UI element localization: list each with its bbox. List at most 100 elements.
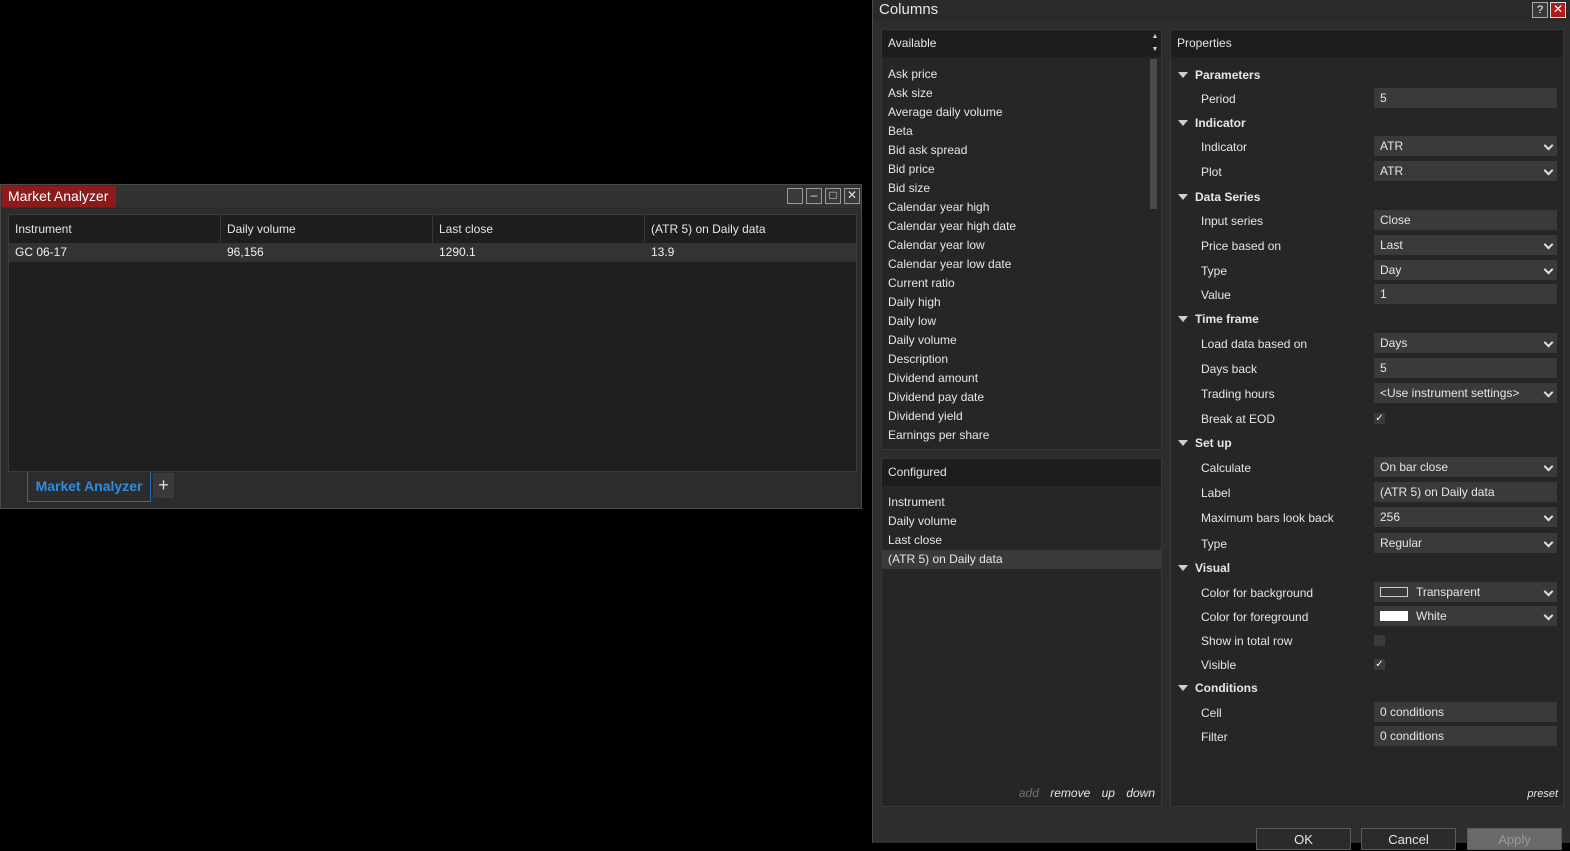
- up-link[interactable]: up: [1102, 786, 1115, 800]
- days-back-input[interactable]: 5: [1374, 358, 1557, 378]
- input-series-field[interactable]: Close: [1374, 210, 1557, 230]
- period-label: Period: [1201, 92, 1236, 106]
- configured-actions: add remove up down: [1011, 786, 1155, 800]
- list-item[interactable]: Beta: [882, 122, 1146, 141]
- ok-button[interactable]: OK: [1256, 828, 1351, 850]
- max-bars-select[interactable]: 256: [1374, 507, 1557, 527]
- list-item[interactable]: Bid price: [882, 160, 1146, 179]
- row-color-foreground: Color for foreground White: [1171, 606, 1563, 628]
- trading-hours-select[interactable]: <Use instrument settings>: [1374, 383, 1557, 403]
- label-input[interactable]: (ATR 5) on Daily data: [1374, 482, 1557, 502]
- collapse-arrow-icon: [1178, 194, 1188, 200]
- load-data-select[interactable]: Days: [1374, 333, 1557, 353]
- break-eod-checkbox[interactable]: ✓: [1374, 413, 1385, 424]
- cell-conditions-field[interactable]: 0 conditions: [1374, 702, 1557, 722]
- list-item[interactable]: Earnings per share: [882, 426, 1146, 445]
- maximize-icon[interactable]: □: [825, 188, 841, 204]
- visible-checkbox[interactable]: ✓: [1374, 659, 1385, 670]
- list-item[interactable]: Current ratio: [882, 274, 1146, 293]
- indicator-select[interactable]: ATR: [1374, 136, 1557, 156]
- list-item[interactable]: Dividend yield: [882, 407, 1146, 426]
- column-header-last-close[interactable]: Last close: [433, 215, 645, 243]
- collapse-arrow-icon: [1178, 72, 1188, 78]
- list-item[interactable]: Daily low: [882, 312, 1146, 331]
- table-row[interactable]: GC 06-17 96,156 1290.1 13.9: [9, 243, 856, 262]
- section-visual[interactable]: Visual: [1171, 558, 1563, 578]
- section-time-frame[interactable]: Time frame: [1171, 309, 1563, 329]
- list-item[interactable]: Daily volume: [882, 512, 1161, 531]
- list-item[interactable]: Average daily volume: [882, 103, 1146, 122]
- indicator-label: Indicator: [1201, 140, 1248, 154]
- columns-dialog: Columns ? ✕ Available ▲ ▼ Ask price Ask …: [872, 0, 1570, 850]
- list-item[interactable]: Ask price: [882, 65, 1146, 84]
- cancel-button[interactable]: Cancel: [1361, 828, 1456, 850]
- preset-link[interactable]: preset: [1527, 788, 1558, 800]
- section-parameters[interactable]: Parameters: [1171, 65, 1563, 85]
- calculate-label: Calculate: [1201, 461, 1252, 475]
- close-icon[interactable]: ✕: [1550, 2, 1566, 18]
- list-item[interactable]: Bid ask spread: [882, 141, 1146, 160]
- add-tab-button[interactable]: +: [153, 473, 174, 498]
- list-item[interactable]: Daily high: [882, 293, 1146, 312]
- cell-daily-volume: 96,156: [227, 245, 264, 259]
- cell-instrument: GC 06-17: [15, 245, 68, 259]
- apply-button[interactable]: Apply: [1467, 828, 1562, 850]
- window-menu-icon[interactable]: [787, 188, 803, 204]
- dialog-titlebar[interactable]: Columns ? ✕: [873, 0, 1570, 21]
- list-item[interactable]: Instrument: [882, 493, 1161, 512]
- list-item[interactable]: Daily volume: [882, 331, 1146, 350]
- list-item[interactable]: Calendar year high: [882, 198, 1146, 217]
- section-data-series[interactable]: Data Series: [1171, 187, 1563, 207]
- section-indicator[interactable]: Indicator: [1171, 113, 1563, 133]
- scroll-down-icon[interactable]: ▼: [1150, 44, 1160, 55]
- close-icon[interactable]: ✕: [844, 188, 860, 204]
- market-analyzer-titlebar[interactable]: Market Analyzer – □ ✕: [1, 185, 861, 208]
- down-link[interactable]: down: [1126, 786, 1155, 800]
- tab-market-analyzer[interactable]: Market Analyzer: [27, 472, 151, 502]
- list-item[interactable]: Dividend amount: [882, 369, 1146, 388]
- column-header-atr[interactable]: (ATR 5) on Daily data: [645, 215, 856, 243]
- add-link[interactable]: add: [1019, 786, 1039, 800]
- list-item[interactable]: Description: [882, 350, 1146, 369]
- color-foreground-select[interactable]: White: [1374, 606, 1557, 626]
- period-input[interactable]: 5: [1374, 88, 1557, 108]
- setup-type-label: Type: [1201, 537, 1228, 551]
- list-item-selected[interactable]: (ATR 5) on Daily data: [882, 550, 1161, 569]
- remove-link[interactable]: remove: [1050, 786, 1090, 800]
- show-total-checkbox[interactable]: [1374, 635, 1385, 646]
- list-item[interactable]: Last close: [882, 531, 1161, 550]
- filter-conditions-field[interactable]: 0 conditions: [1374, 726, 1557, 746]
- list-item[interactable]: Calendar year low: [882, 236, 1146, 255]
- setup-type-select[interactable]: Regular: [1374, 533, 1557, 553]
- row-break-eod: Break at EOD ✓: [1171, 408, 1563, 430]
- price-based-on-label: Price based on: [1201, 239, 1282, 253]
- cell-atr: 13.9: [651, 245, 675, 259]
- filter-label: Filter: [1201, 730, 1228, 744]
- row-load-data: Load data based on Days: [1171, 333, 1563, 355]
- minimize-icon[interactable]: –: [806, 188, 822, 204]
- available-scrollbar[interactable]: [1149, 59, 1159, 449]
- column-header-daily-volume[interactable]: Daily volume: [221, 215, 433, 243]
- plot-select[interactable]: ATR: [1374, 161, 1557, 181]
- section-conditions[interactable]: Conditions: [1171, 678, 1563, 698]
- list-item[interactable]: Ask size: [882, 84, 1146, 103]
- properties-panel: Properties Parameters Period 5 Indicator…: [1170, 29, 1564, 807]
- label-label: Label: [1201, 486, 1231, 500]
- scroll-up-icon[interactable]: ▲: [1150, 31, 1160, 42]
- max-bars-label: Maximum bars look back: [1201, 511, 1334, 525]
- list-item[interactable]: Calendar year high date: [882, 217, 1146, 236]
- section-set-up[interactable]: Set up: [1171, 433, 1563, 453]
- scrollbar-thumb[interactable]: [1150, 59, 1157, 209]
- market-analyzer-title: Market Analyzer: [2, 186, 117, 207]
- help-icon[interactable]: ?: [1532, 2, 1548, 18]
- row-show-total: Show in total row: [1171, 630, 1563, 652]
- list-item[interactable]: Calendar year low date: [882, 255, 1146, 274]
- type-select[interactable]: Day: [1374, 260, 1557, 280]
- list-item[interactable]: Dividend pay date: [882, 388, 1146, 407]
- column-header-instrument[interactable]: Instrument: [9, 215, 221, 243]
- color-background-select[interactable]: Transparent: [1374, 582, 1557, 602]
- calculate-select[interactable]: On bar close: [1374, 457, 1557, 477]
- price-based-on-select[interactable]: Last: [1374, 235, 1557, 255]
- value-input[interactable]: 1: [1374, 284, 1557, 304]
- list-item[interactable]: Bid size: [882, 179, 1146, 198]
